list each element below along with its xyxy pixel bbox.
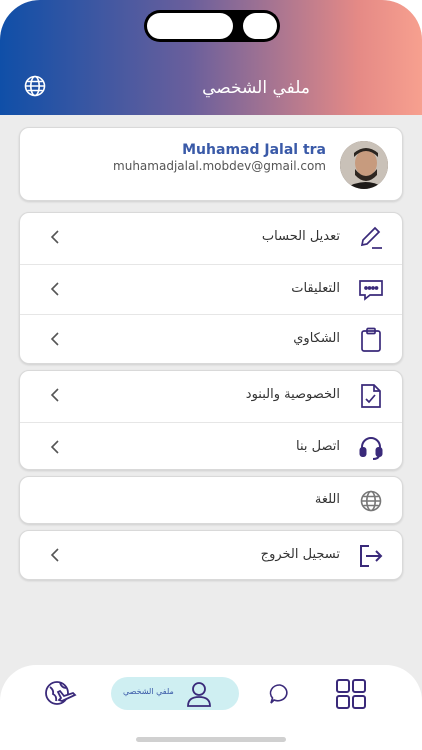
- dynamic-island: [144, 10, 280, 42]
- support-menu-group: الخصوصية والبنود اتصل بنا: [19, 370, 403, 470]
- chevron-left-icon: [50, 282, 64, 296]
- chevron-left-icon: [50, 440, 64, 454]
- menu-item-logout[interactable]: تسجيل الخروج: [20, 531, 402, 581]
- menu-item-complaints[interactable]: الشكاوي: [20, 314, 402, 364]
- logout-menu-group: تسجيل الخروج: [19, 530, 403, 580]
- profile-name: Muhamad Jalal tra: [182, 142, 326, 158]
- menu-item-label: الشكاوي: [293, 331, 340, 346]
- island-pill-left: [147, 13, 233, 39]
- profile-card[interactable]: Muhamad Jalal tra muhamadjalal.mobdev@gm…: [19, 127, 403, 201]
- chevron-left-icon: [50, 230, 64, 244]
- avatar: [340, 141, 388, 189]
- home-indicator: [136, 737, 286, 742]
- menu-item-edit-account[interactable]: تعديل الحساب: [20, 213, 402, 263]
- menu-item-language[interactable]: اللغة: [20, 477, 402, 525]
- chevron-left-icon: [50, 388, 64, 402]
- phone-screen: ملفي الشخصي Muhamad Jalal tra muhamadjal…: [0, 0, 422, 750]
- logout-icon: [358, 543, 384, 569]
- island-pill-right: [243, 13, 277, 39]
- menu-item-contact-us[interactable]: اتصل بنا: [20, 422, 402, 472]
- language-menu-group: اللغة: [19, 476, 403, 524]
- comment-dots-icon: [358, 277, 384, 303]
- profile-icon: [185, 680, 213, 712]
- menu-item-label: الخصوصية والبنود: [245, 387, 340, 402]
- menu-item-label: التعليقات: [291, 281, 340, 296]
- chat-icon[interactable]: [268, 682, 292, 706]
- travel-globe-icon[interactable]: [44, 677, 78, 711]
- profile-header: ملفي الشخصي: [0, 0, 422, 115]
- menu-item-label: اتصل بنا: [296, 439, 340, 454]
- nav-profile-button[interactable]: ملفي الشخصي: [111, 677, 239, 710]
- globe-icon[interactable]: [22, 73, 48, 99]
- menu-item-label: اللغة: [314, 492, 340, 507]
- nav-profile-label: ملفي الشخصي: [123, 687, 174, 696]
- chevron-left-icon: [50, 332, 64, 346]
- menu-item-privacy-terms[interactable]: الخصوصية والبنود: [20, 371, 402, 421]
- pencil-icon: [358, 225, 384, 251]
- account-menu-group: تعديل الحساب التعليقات الشكاوي: [19, 212, 403, 364]
- headset-icon: [358, 435, 384, 461]
- menu-item-comments[interactable]: التعليقات: [20, 264, 402, 314]
- menu-item-label: تسجيل الخروج: [260, 547, 340, 562]
- menu-item-label: تعديل الحساب: [261, 229, 340, 244]
- clipboard-icon: [358, 327, 384, 353]
- grid-icon[interactable]: [335, 678, 367, 710]
- profile-email: muhamadjalal.mobdev@gmail.com: [113, 159, 326, 173]
- chevron-left-icon: [50, 548, 64, 562]
- globe-icon: [358, 488, 384, 514]
- document-check-icon: [358, 383, 384, 409]
- page-title: ملفي الشخصي: [202, 78, 310, 98]
